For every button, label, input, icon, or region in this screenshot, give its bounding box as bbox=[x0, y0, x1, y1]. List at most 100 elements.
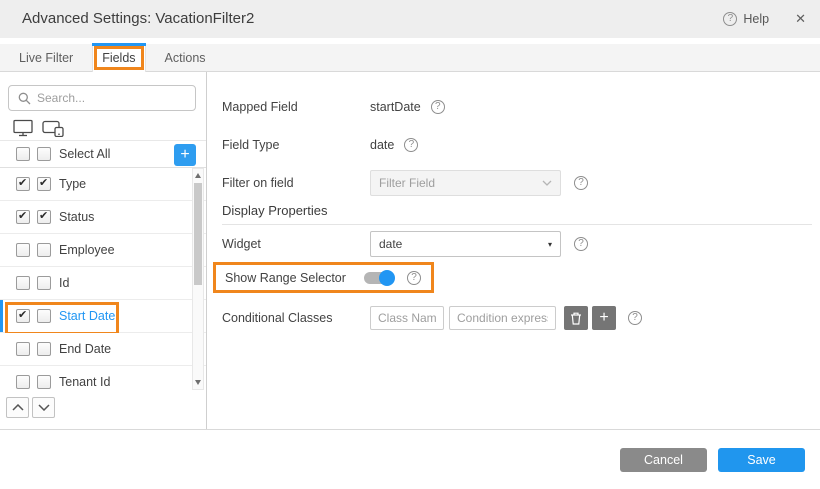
search-box[interactable] bbox=[8, 85, 196, 111]
class-name-input[interactable] bbox=[370, 306, 444, 330]
search-icon bbox=[18, 92, 31, 105]
help-icon[interactable]: ? bbox=[404, 138, 418, 152]
tab-fields[interactable]: Fields bbox=[92, 44, 145, 72]
show-range-selector-label: Show Range Selector bbox=[225, 271, 364, 285]
tab-actions[interactable]: Actions bbox=[146, 44, 225, 71]
close-icon[interactable]: ✕ bbox=[795, 11, 806, 27]
mobile-checkbox[interactable] bbox=[37, 276, 51, 290]
titlebar: Advanced Settings: VacationFilter2 ? Hel… bbox=[0, 0, 820, 38]
field-label: Id bbox=[59, 276, 69, 290]
move-down-button[interactable] bbox=[32, 397, 55, 418]
reorder-buttons bbox=[6, 397, 55, 418]
scrollbar-thumb[interactable] bbox=[194, 183, 202, 285]
search-input[interactable] bbox=[31, 91, 195, 105]
field-type-label: Field Type bbox=[222, 138, 370, 152]
show-range-selector-row: Show Range Selector ? bbox=[213, 262, 434, 293]
help-icon[interactable]: ? bbox=[723, 12, 737, 26]
cancel-button[interactable]: Cancel bbox=[620, 448, 707, 472]
help-icon[interactable]: ? bbox=[574, 237, 588, 251]
mobile-checkbox[interactable] bbox=[37, 177, 51, 191]
widget-label: Widget bbox=[222, 237, 370, 251]
field-row[interactable]: Status bbox=[0, 201, 206, 234]
select-all-web-checkbox[interactable] bbox=[16, 147, 30, 161]
tab-label: Live Filter bbox=[19, 51, 73, 65]
select-all-label: Select All bbox=[59, 147, 110, 161]
widget-value: date bbox=[379, 237, 402, 251]
web-checkbox[interactable] bbox=[16, 276, 30, 290]
field-row[interactable]: Tenant Id bbox=[0, 366, 206, 394]
mapped-field-value: startDate bbox=[370, 100, 421, 114]
conditional-classes-row: Conditional Classes + ? bbox=[222, 306, 642, 330]
tab-live-filter[interactable]: Live Filter bbox=[0, 44, 92, 71]
conditional-classes-label: Conditional Classes bbox=[222, 311, 370, 325]
filter-on-field-label: Filter on field bbox=[222, 176, 370, 190]
mobile-devices-icon[interactable] bbox=[42, 120, 65, 137]
dialog-footer: Cancel Save bbox=[0, 429, 820, 489]
dropdown-arrow-icon: ▾ bbox=[548, 240, 552, 249]
field-label: End Date bbox=[59, 342, 111, 356]
web-checkbox[interactable] bbox=[16, 342, 30, 356]
mobile-checkbox[interactable] bbox=[37, 210, 51, 224]
filter-on-field-row: Filter on field Filter Field ? bbox=[222, 170, 588, 196]
field-row[interactable]: Id bbox=[0, 267, 206, 300]
field-type-row: Field Type date ? bbox=[222, 133, 418, 157]
field-row[interactable]: End Date bbox=[0, 333, 206, 366]
help-icon[interactable]: ? bbox=[407, 271, 421, 285]
web-checkbox[interactable] bbox=[16, 243, 30, 257]
field-row[interactable]: Start Date bbox=[0, 300, 206, 333]
mobile-checkbox[interactable] bbox=[37, 375, 51, 389]
filter-field-select: Filter Field bbox=[370, 170, 561, 196]
delete-condition-button[interactable] bbox=[564, 306, 588, 330]
save-button[interactable]: Save bbox=[718, 448, 805, 472]
select-all-row: Select All + bbox=[0, 140, 206, 168]
web-checkbox[interactable] bbox=[16, 309, 30, 323]
field-row[interactable]: Employee bbox=[0, 234, 206, 267]
tab-label: Fields bbox=[94, 46, 143, 70]
field-label: Tenant Id bbox=[59, 375, 110, 389]
chevron-down-icon bbox=[38, 404, 50, 411]
select-all-mobile-checkbox[interactable] bbox=[37, 147, 51, 161]
tab-bar: Live Filter Fields Actions bbox=[0, 44, 820, 72]
tab-label: Actions bbox=[165, 51, 206, 65]
desktop-icon[interactable] bbox=[13, 119, 33, 137]
scroll-up-icon[interactable] bbox=[195, 173, 201, 178]
add-field-button[interactable]: + bbox=[174, 144, 196, 166]
web-checkbox[interactable] bbox=[16, 210, 30, 224]
field-list: Type Status Employee Id Start Date End D… bbox=[0, 168, 206, 394]
advanced-settings-dialog: Advanced Settings: VacationFilter2 ? Hel… bbox=[0, 0, 820, 489]
display-properties-heading: Display Properties bbox=[222, 203, 812, 225]
widget-select[interactable]: date ▾ bbox=[370, 231, 561, 257]
mobile-checkbox[interactable] bbox=[37, 309, 51, 323]
list-scrollbar[interactable] bbox=[192, 168, 204, 390]
field-settings-panel: Mapped Field startDate ? Field Type date… bbox=[208, 72, 820, 429]
device-toggle-row bbox=[13, 116, 65, 140]
web-checkbox[interactable] bbox=[16, 177, 30, 191]
field-type-value: date bbox=[370, 138, 394, 152]
move-up-button[interactable] bbox=[6, 397, 29, 418]
page-title: Advanced Settings: VacationFilter2 bbox=[22, 10, 254, 27]
field-label: Employee bbox=[59, 243, 115, 257]
scroll-down-icon[interactable] bbox=[195, 380, 201, 385]
help-icon[interactable]: ? bbox=[431, 100, 445, 114]
mapped-field-row: Mapped Field startDate ? bbox=[222, 95, 445, 119]
web-checkbox[interactable] bbox=[16, 375, 30, 389]
filter-field-value: Filter Field bbox=[379, 176, 435, 190]
condition-expression-input[interactable] bbox=[449, 306, 556, 330]
widget-row: Widget date ▾ ? bbox=[222, 231, 588, 257]
trash-icon bbox=[570, 312, 582, 325]
field-label: Status bbox=[59, 210, 94, 224]
help-icon[interactable]: ? bbox=[628, 311, 642, 325]
field-label: Start Date bbox=[59, 309, 115, 323]
field-label: Type bbox=[59, 177, 86, 191]
fields-sidebar: Select All + Type Status Employee Id Sta… bbox=[0, 72, 207, 429]
help-icon[interactable]: ? bbox=[574, 176, 588, 190]
chevron-down-icon bbox=[542, 180, 552, 186]
help-link[interactable]: Help bbox=[743, 12, 769, 26]
mapped-field-label: Mapped Field bbox=[222, 100, 370, 114]
mobile-checkbox[interactable] bbox=[37, 243, 51, 257]
add-condition-button[interactable]: + bbox=[592, 306, 616, 330]
mobile-checkbox[interactable] bbox=[37, 342, 51, 356]
chevron-up-icon bbox=[12, 404, 24, 411]
field-row[interactable]: Type bbox=[0, 168, 206, 201]
show-range-selector-toggle[interactable] bbox=[364, 272, 393, 284]
